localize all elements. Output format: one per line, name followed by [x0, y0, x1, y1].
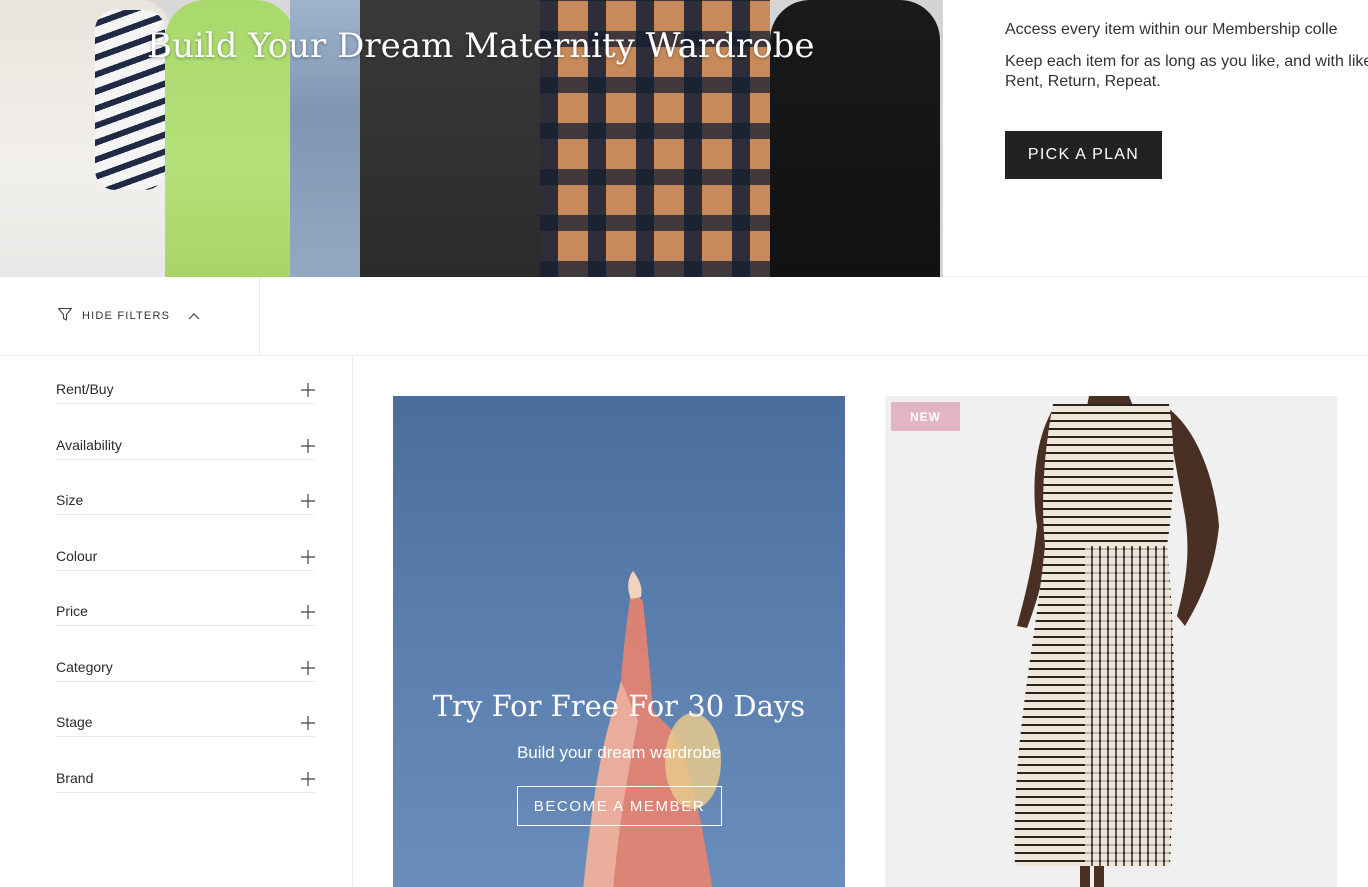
facet-price[interactable]: Price: [56, 578, 315, 626]
product-image: [1014, 396, 1219, 887]
facet-label: Size: [56, 492, 84, 508]
filter-sidebar: Rent/Buy Availability Size Colour Price …: [0, 356, 353, 887]
chevron-up-icon: [188, 307, 200, 325]
facet-label: Brand: [56, 770, 94, 786]
plus-icon: [301, 439, 315, 453]
promo-title: Try For Free For 30 Days: [432, 689, 806, 723]
new-badge: NEW: [891, 402, 960, 431]
promo-model-image: [583, 571, 721, 887]
facet-brand[interactable]: Brand: [56, 745, 315, 793]
facet-rent-buy[interactable]: Rent/Buy: [56, 356, 315, 404]
hero-copy-line1: Access every item within our Membership …: [1005, 21, 1338, 38]
hide-filters-label: HIDE FILTERS: [82, 310, 171, 322]
facet-size[interactable]: Size: [56, 467, 315, 515]
facet-label: Colour: [56, 548, 98, 564]
plus-icon: [301, 716, 315, 730]
facet-stage[interactable]: Stage: [56, 689, 315, 737]
product-card[interactable]: NEW: [885, 396, 1337, 887]
facet-label: Availability: [56, 437, 122, 453]
facet-category[interactable]: Category: [56, 634, 315, 682]
plus-icon: [301, 494, 315, 508]
hero-image: Build Your Dream Maternity Wardrobe: [0, 0, 943, 277]
hero-title: Build Your Dream Maternity Wardrobe: [147, 26, 815, 66]
plus-icon: [301, 550, 315, 564]
pick-a-plan-button[interactable]: PICK A PLAN: [1005, 131, 1162, 179]
hero-copy-line2: Keep each item for as long as you like, …: [1005, 53, 1368, 90]
plus-icon: [301, 661, 315, 675]
facet-label: Rent/Buy: [56, 381, 114, 397]
facet-colour[interactable]: Colour: [56, 523, 315, 571]
promo-subtitle: Build your dream wardrobe: [516, 743, 722, 762]
facet-label: Stage: [56, 714, 93, 730]
funnel-icon: [57, 306, 73, 327]
plus-icon: [301, 605, 315, 619]
hide-filters-toggle[interactable]: HIDE FILTERS: [0, 277, 260, 355]
plus-icon: [301, 772, 315, 786]
become-a-member-button[interactable]: BECOME A MEMBER: [517, 786, 722, 826]
facet-availability[interactable]: Availability: [56, 412, 315, 460]
membership-promo-tile[interactable]: Try For Free For 30 Days Build your drea…: [393, 396, 845, 887]
facet-label: Price: [56, 603, 88, 619]
plus-icon: [301, 383, 315, 397]
hero-copy: Access every item within our Membership …: [1005, 20, 1368, 92]
facet-label: Category: [56, 659, 113, 675]
filter-bar: HIDE FILTERS: [0, 277, 1368, 356]
